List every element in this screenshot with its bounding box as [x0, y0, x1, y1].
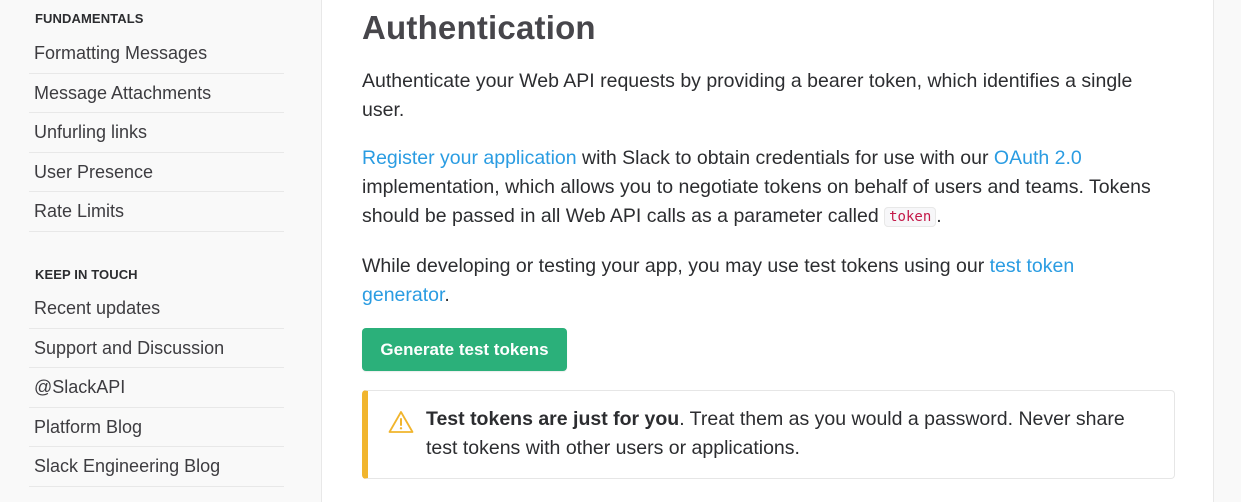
sidebar-item-message-attachments[interactable]: Message Attachments — [29, 74, 284, 113]
testing-text-2: . — [444, 284, 450, 306]
sidebar-list-keep-in-touch: Recent updates Support and Discussion @S… — [29, 289, 284, 487]
register-text-3: . — [936, 205, 942, 227]
testing-text-1: While developing or testing your app, yo… — [362, 255, 990, 277]
oauth-link[interactable]: OAuth 2.0 — [994, 147, 1082, 169]
sidebar-item-platform-blog[interactable]: Platform Blog — [29, 408, 284, 447]
sidebar-item-recent-updates[interactable]: Recent updates — [29, 289, 284, 329]
sidebar-item-formatting-messages[interactable]: Formatting Messages — [29, 34, 284, 74]
token-code: token — [884, 207, 937, 227]
register-text-1: with Slack to obtain credentials for use… — [576, 147, 994, 169]
sidebar-item-rate-limits[interactable]: Rate Limits — [29, 192, 284, 232]
right-rail — [1213, 0, 1241, 502]
sidebar-heading-keep-in-touch: KEEP IN TOUCH — [35, 267, 138, 282]
sidebar: FUNDAMENTALS Formatting Messages Message… — [0, 0, 322, 502]
intro-paragraph: Authenticate your Web API requests by pr… — [362, 70, 1133, 121]
sidebar-item-slack-engineering-blog[interactable]: Slack Engineering Blog — [29, 447, 284, 487]
testing-paragraph: While developing or testing your app, yo… — [362, 252, 1152, 310]
register-application-link[interactable]: Register your application — [362, 147, 577, 169]
sidebar-item-support-and-discussion[interactable]: Support and Discussion — [29, 329, 284, 368]
generate-test-tokens-button[interactable]: Generate test tokens — [362, 328, 567, 371]
sidebar-item-unfurling-links[interactable]: Unfurling links — [29, 113, 284, 153]
warning-alert: Test tokens are just for you. Treat them… — [362, 390, 1175, 479]
sidebar-list-fundamentals: Formatting Messages Message Attachments … — [29, 34, 284, 232]
sidebar-item-slackapi[interactable]: @SlackAPI — [29, 368, 284, 408]
register-text-2: implementation, which allows you to nego… — [362, 176, 1151, 227]
register-paragraph: Register your application with Slack to … — [362, 144, 1162, 233]
sidebar-item-user-presence[interactable]: User Presence — [29, 153, 284, 192]
alert-bold-text: Test tokens are just for you — [426, 408, 680, 430]
sidebar-heading-fundamentals: FUNDAMENTALS — [35, 11, 144, 26]
warning-icon — [388, 411, 414, 433]
page-title: Authentication — [362, 9, 596, 46]
alert-text: Test tokens are just for you. Treat them… — [426, 405, 1146, 463]
